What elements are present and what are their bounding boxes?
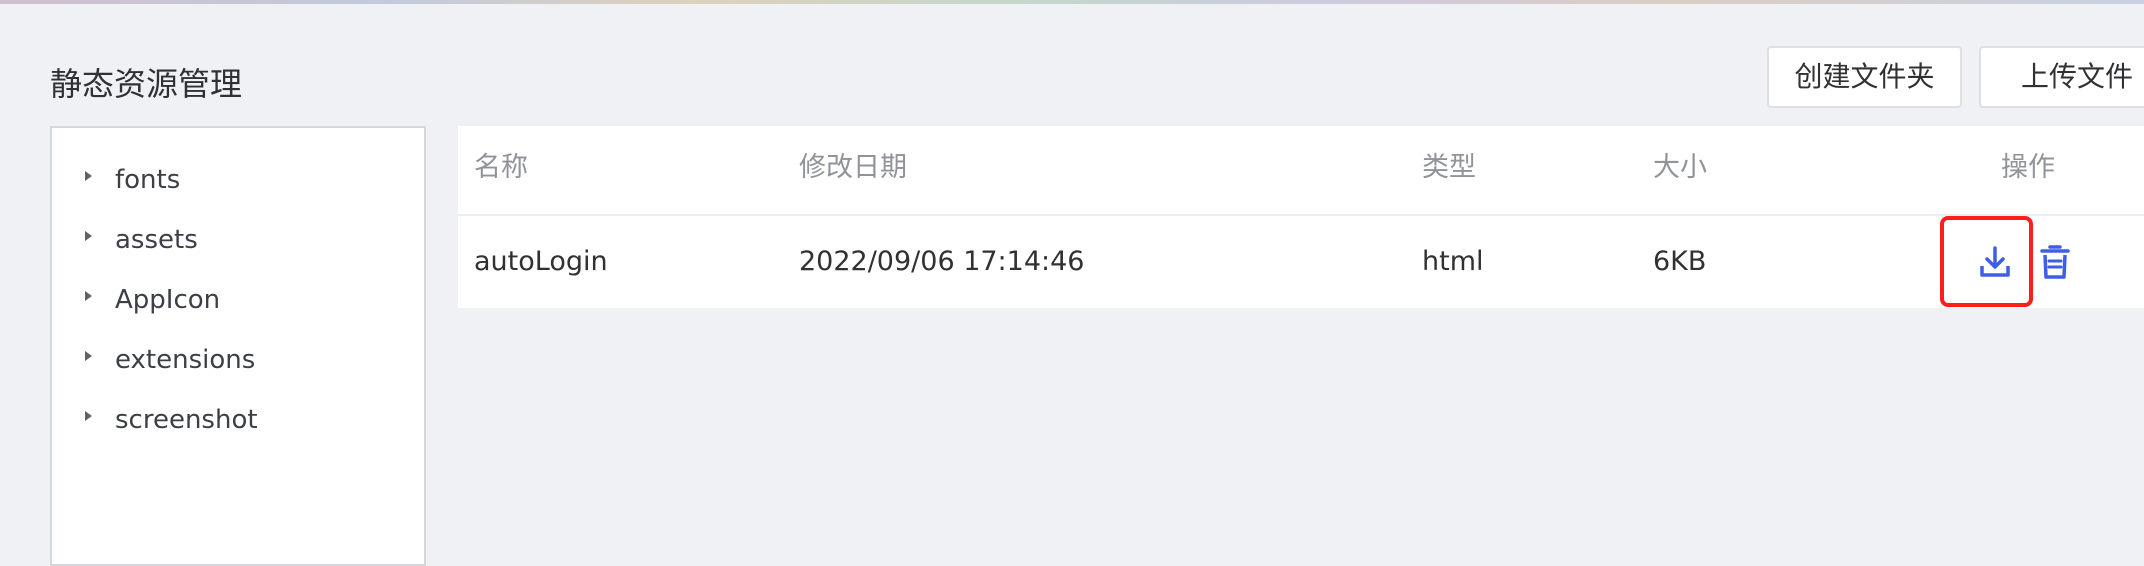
tree-item-screenshot[interactable]: screenshot bbox=[52, 390, 424, 450]
tree-item-label: assets bbox=[115, 225, 198, 255]
tree-item-assets[interactable]: assets bbox=[52, 210, 424, 270]
tree-item-label: AppIcon bbox=[115, 285, 221, 315]
tree-item-label: extensions bbox=[115, 345, 256, 375]
file-name: autoLogin bbox=[474, 246, 608, 277]
tree-item-fonts[interactable]: fonts bbox=[52, 150, 424, 210]
file-type: html bbox=[1422, 246, 1484, 277]
table-header: 名称 修改日期 类型 大小 操作 bbox=[458, 126, 2144, 216]
column-header-type: 类型 bbox=[1422, 152, 1476, 183]
caret-right-icon[interactable] bbox=[85, 351, 92, 361]
trash-icon[interactable] bbox=[2035, 242, 2075, 282]
upload-file-button[interactable]: 上传文件 bbox=[1979, 46, 2144, 108]
table-row[interactable]: autoLogin 2022/09/06 17:14:46 html 6KB bbox=[458, 216, 2144, 308]
create-folder-button[interactable]: 创建文件夹 bbox=[1767, 46, 1962, 108]
file-table: 名称 修改日期 类型 大小 操作 autoLogin 2022/09/06 17… bbox=[458, 126, 2144, 308]
file-modified-date: 2022/09/06 17:14:46 bbox=[799, 246, 1085, 277]
tree-item-label: screenshot bbox=[115, 405, 258, 435]
caret-right-icon[interactable] bbox=[85, 231, 92, 241]
file-size: 6KB bbox=[1653, 246, 1707, 277]
folder-tree: fonts assets AppIcon extensions screensh… bbox=[50, 126, 426, 566]
column-header-size: 大小 bbox=[1653, 152, 1707, 183]
caret-right-icon[interactable] bbox=[85, 411, 92, 421]
tree-item-appicon[interactable]: AppIcon bbox=[52, 270, 424, 330]
tree-item-extensions[interactable]: extensions bbox=[52, 330, 424, 390]
column-header-modified: 修改日期 bbox=[799, 152, 907, 183]
top-color-strip bbox=[0, 0, 2144, 4]
download-icon[interactable] bbox=[1975, 242, 2015, 282]
tree-item-label: fonts bbox=[115, 165, 181, 195]
page-title: 静态资源管理 bbox=[50, 65, 243, 103]
caret-right-icon[interactable] bbox=[85, 291, 92, 301]
column-header-name: 名称 bbox=[474, 152, 528, 183]
column-header-actions: 操作 bbox=[2001, 152, 2055, 183]
caret-right-icon[interactable] bbox=[85, 171, 92, 181]
